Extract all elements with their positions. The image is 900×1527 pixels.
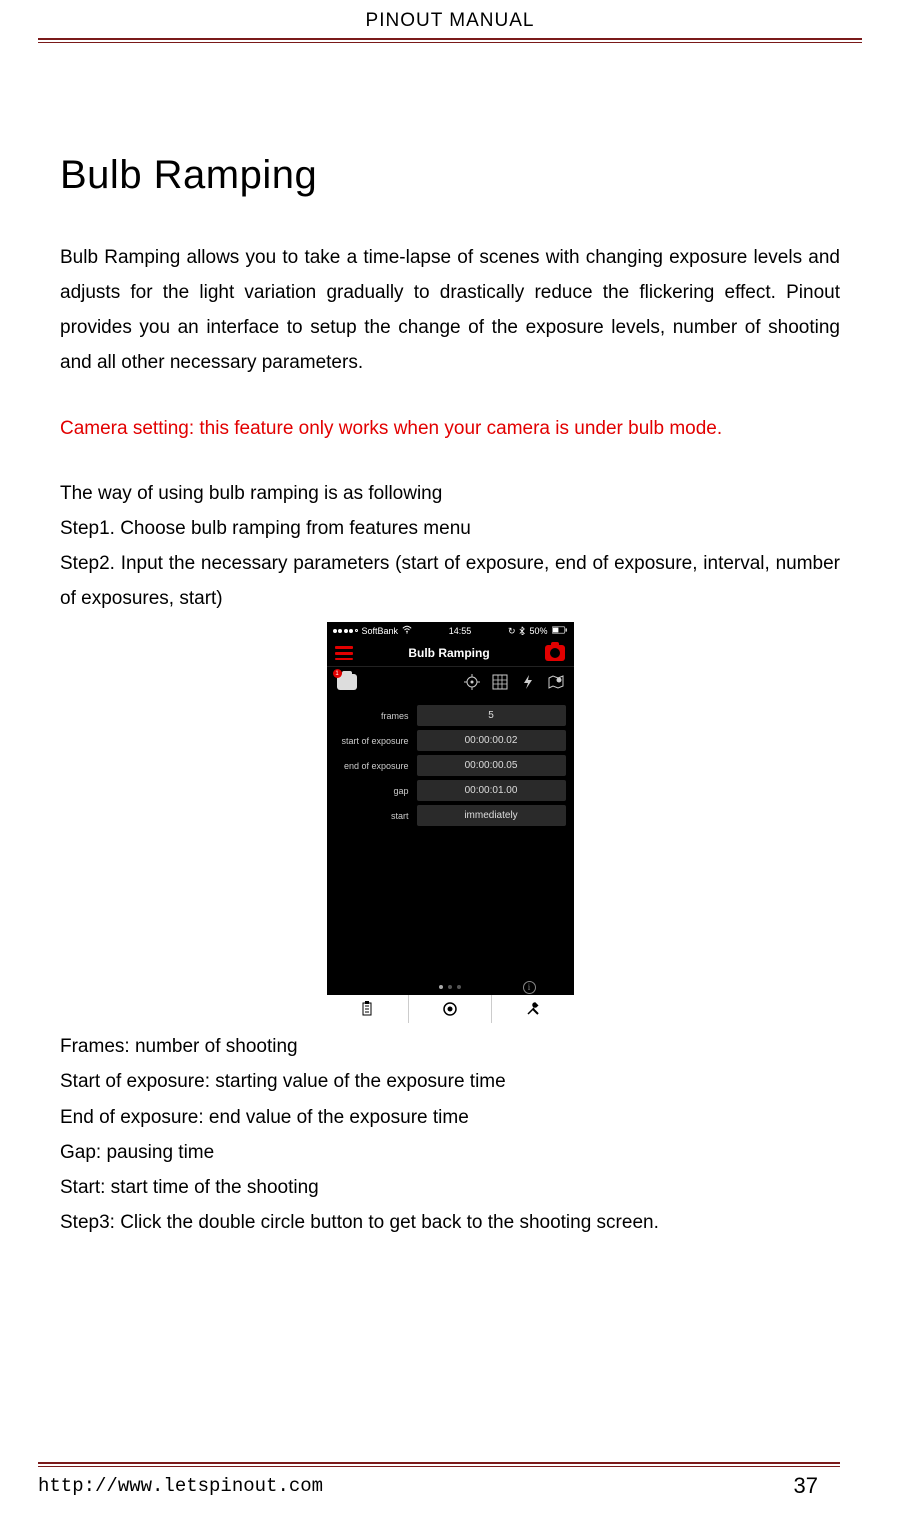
- page-number: 37: [794, 1473, 818, 1499]
- steps-intro: The way of using bulb ramping is as foll…: [60, 476, 840, 511]
- field-label: start of exposure: [335, 736, 417, 746]
- bluetooth-icon: [519, 626, 525, 637]
- signal-icon: [333, 629, 358, 633]
- status-bar: SoftBank 14:55 ↻ 50%: [327, 622, 574, 640]
- warning-text: Camera setting: this feature only works …: [60, 411, 840, 446]
- gallery-badge: 1: [333, 669, 342, 678]
- toolbar: 1: [327, 667, 574, 697]
- tab-tools-icon[interactable]: [492, 995, 574, 1023]
- field-value[interactable]: 00:00:00.02: [417, 730, 566, 751]
- field-value[interactable]: 5: [417, 705, 566, 726]
- alarm-icon: ↻: [508, 626, 516, 637]
- carrier-label: SoftBank: [362, 626, 399, 636]
- field-label: end of exposure: [335, 761, 417, 771]
- target-icon[interactable]: [464, 674, 480, 690]
- section-heading: Bulb Ramping: [60, 153, 840, 198]
- wifi-icon: [402, 625, 412, 637]
- battery-icon: [552, 626, 568, 636]
- intro-paragraph: Bulb Ramping allows you to take a time-l…: [60, 240, 840, 381]
- form-area: frames 5 start of exposure 00:00:00.02 e…: [327, 697, 574, 834]
- page-indicator-row: i: [327, 979, 574, 995]
- gallery-icon[interactable]: 1: [337, 674, 357, 690]
- page-dots: [439, 985, 461, 989]
- flash-icon[interactable]: [520, 674, 536, 690]
- field-start: start immediately: [335, 805, 566, 826]
- step-2: Step2. Input the necessary parameters (s…: [60, 546, 840, 616]
- def-start-exposure: Start of exposure: starting value of the…: [60, 1064, 840, 1099]
- info-icon[interactable]: i: [523, 981, 536, 994]
- status-time: 14:55: [449, 626, 472, 636]
- tab-list-icon[interactable]: [327, 995, 410, 1023]
- map-pin-icon[interactable]: [548, 674, 564, 690]
- footer-divider: [38, 1462, 840, 1467]
- footer-url: http://www.letspinout.com: [38, 1475, 323, 1497]
- tab-record-icon[interactable]: [409, 995, 492, 1023]
- battery-label: 50%: [529, 626, 547, 636]
- nav-bar: Bulb Ramping: [327, 640, 574, 667]
- step-1: Step1. Choose bulb ramping from features…: [60, 511, 840, 546]
- field-value[interactable]: 00:00:01.00: [417, 780, 566, 801]
- field-label: frames: [335, 711, 417, 721]
- field-frames: frames 5: [335, 705, 566, 726]
- def-frames: Frames: number of shooting: [60, 1029, 840, 1064]
- field-start-exposure: start of exposure 00:00:00.02: [335, 730, 566, 751]
- field-gap: gap 00:00:01.00: [335, 780, 566, 801]
- step-3: Step3: Click the double circle button to…: [60, 1205, 840, 1240]
- menu-icon[interactable]: [335, 646, 353, 660]
- nav-title: Bulb Ramping: [408, 646, 489, 660]
- def-start: Start: start time of the shooting: [60, 1170, 840, 1205]
- camera-icon[interactable]: [545, 645, 565, 661]
- field-value[interactable]: immediately: [417, 805, 566, 826]
- field-value[interactable]: 00:00:00.05: [417, 755, 566, 776]
- field-end-exposure: end of exposure 00:00:00.05: [335, 755, 566, 776]
- bottom-tab-bar: [327, 995, 574, 1023]
- field-label: gap: [335, 786, 417, 796]
- def-gap: Gap: pausing time: [60, 1135, 840, 1170]
- phone-screenshot: SoftBank 14:55 ↻ 50%: [327, 622, 574, 1023]
- grid-icon[interactable]: [492, 674, 508, 690]
- def-end-exposure: End of exposure: end value of the exposu…: [60, 1100, 840, 1135]
- field-label: start: [335, 811, 417, 821]
- page-header-title: PINOUT MANUAL: [0, 0, 900, 38]
